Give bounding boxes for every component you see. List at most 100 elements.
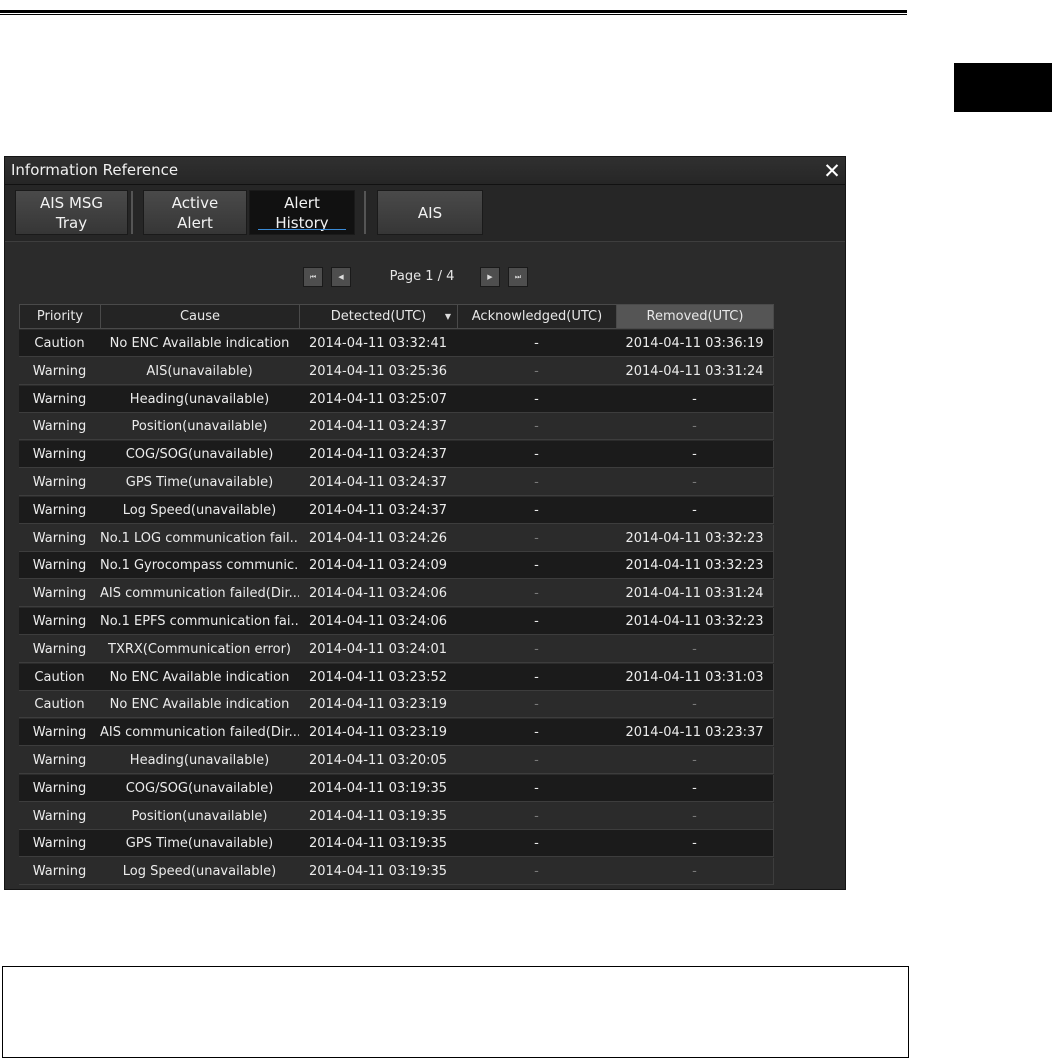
- table-row[interactable]: Warning TXRX(Communication error) 2014-04-…: [19, 635, 774, 663]
- cell-cause: AIS(unavailable): [100, 357, 300, 385]
- table-row[interactable]: Caution No ENC Available indication 2014-0…: [19, 330, 774, 357]
- column-header-acknowledged[interactable]: Acknowledged(UTC): [457, 304, 617, 329]
- cell-acknowledged: -: [457, 719, 617, 747]
- top-rule: [0, 10, 907, 13]
- ais-button[interactable]: AIS: [377, 190, 483, 235]
- cell-cause: No.1 Gyrocompass communic...: [100, 552, 300, 580]
- cell-acknowledged: -: [457, 552, 617, 580]
- cell-removed: -: [616, 496, 774, 524]
- cell-acknowledged: -: [457, 469, 617, 496]
- cell-priority: Warning: [19, 774, 101, 802]
- cell-cause: Position(unavailable): [100, 413, 300, 441]
- table-row[interactable]: Warning GPS Time(unavailable) 2014-04-11 0…: [19, 469, 774, 496]
- cell-acknowledged: -: [457, 747, 617, 774]
- table-row[interactable]: Warning No.1 EPFS communication fai... 201…: [19, 608, 774, 635]
- chapter-tab: [954, 63, 1052, 112]
- cell-removed: -: [616, 469, 774, 496]
- alert-history-button[interactable]: Alert History: [249, 190, 355, 235]
- cell-detected: 2014-04-11 03:24:01: [299, 635, 458, 663]
- table-row[interactable]: Caution No ENC Available indication 2014-0…: [19, 691, 774, 719]
- close-icon[interactable]: ✕: [821, 160, 843, 182]
- alert-history-label-1: Alert: [284, 193, 320, 212]
- table-row[interactable]: Warning COG/SOG(unavailable) 2014-04-11 03…: [19, 774, 774, 802]
- last-page-button[interactable]: ⏭: [508, 267, 528, 287]
- cell-acknowledged: -: [457, 830, 617, 858]
- toolbar: AIS MSG Tray Active Alert Alert History …: [5, 185, 845, 242]
- cell-detected: 2014-04-11 03:19:35: [299, 858, 458, 886]
- cell-detected: 2014-04-11 03:23:52: [299, 663, 458, 691]
- title-bar: Information Reference ✕: [5, 157, 845, 185]
- cell-detected: 2014-04-11 03:19:35: [299, 830, 458, 858]
- cell-acknowledged: -: [457, 524, 617, 552]
- column-header-detected[interactable]: Detected(UTC) ▼: [299, 304, 458, 329]
- cell-removed: -: [616, 385, 774, 413]
- cell-removed: -: [616, 635, 774, 663]
- cell-cause: No.1 EPFS communication fai...: [100, 608, 300, 635]
- cell-detected: 2014-04-11 03:24:06: [299, 608, 458, 635]
- cell-acknowledged: -: [457, 691, 617, 719]
- cell-cause: No ENC Available indication: [100, 663, 300, 691]
- cell-acknowledged: -: [457, 385, 617, 413]
- first-page-button[interactable]: ⏮: [303, 267, 323, 287]
- toolbar-separator: [131, 191, 133, 234]
- table-row[interactable]: Warning Log Speed(unavailable) 2014-04-11 …: [19, 496, 774, 524]
- cell-detected: 2014-04-11 03:24:06: [299, 580, 458, 608]
- table-row[interactable]: Warning AIS communication failed(Dir... 20…: [19, 580, 774, 608]
- next-page-button[interactable]: ▶: [480, 267, 500, 287]
- cell-priority: Warning: [19, 524, 101, 552]
- cell-priority: Warning: [19, 385, 101, 413]
- ais-label: AIS: [417, 203, 443, 222]
- cell-cause: Heading(unavailable): [100, 385, 300, 413]
- cell-removed: 2014-04-11 03:32:23: [616, 608, 774, 635]
- table-row[interactable]: Caution No ENC Available indication 2014-0…: [19, 663, 774, 691]
- prev-page-button[interactable]: ◀: [331, 267, 351, 287]
- table-row[interactable]: Warning Heading(unavailable) 2014-04-11 03…: [19, 385, 774, 413]
- cell-acknowledged: -: [457, 858, 617, 886]
- cell-detected: 2014-04-11 03:20:05: [299, 747, 458, 774]
- cell-priority: Caution: [19, 330, 101, 357]
- cell-priority: Warning: [19, 719, 101, 747]
- cell-cause: GPS Time(unavailable): [100, 469, 300, 496]
- table-row[interactable]: Warning COG/SOG(unavailable) 2014-04-11 03…: [19, 441, 774, 469]
- table-row[interactable]: Warning Log Speed(unavailable) 2014-04-11 …: [19, 858, 774, 886]
- cell-priority: Warning: [19, 635, 101, 663]
- cell-priority: Warning: [19, 413, 101, 441]
- table-row[interactable]: Warning Heading(unavailable) 2014-04-11 03…: [19, 747, 774, 774]
- table-row[interactable]: Warning GPS Time(unavailable) 2014-04-11 0…: [19, 830, 774, 858]
- column-header-priority[interactable]: Priority: [19, 304, 101, 329]
- cell-acknowledged: -: [457, 608, 617, 635]
- cell-cause: Log Speed(unavailable): [100, 496, 300, 524]
- cell-detected: 2014-04-11 03:19:35: [299, 774, 458, 802]
- active-alert-label-1: Active: [171, 193, 219, 212]
- cell-acknowledged: -: [457, 774, 617, 802]
- column-header-removed[interactable]: Removed(UTC): [616, 304, 774, 329]
- cell-detected: 2014-04-11 03:25:07: [299, 385, 458, 413]
- active-alert-button[interactable]: Active Alert: [143, 190, 247, 235]
- cell-priority: Warning: [19, 608, 101, 635]
- table-row[interactable]: Warning No.1 Gyrocompass communic... 2014-…: [19, 552, 774, 580]
- table-row[interactable]: Warning No.1 LOG communication fail... 201…: [19, 524, 774, 552]
- table-row[interactable]: Warning Position(unavailable) 2014-04-11 0…: [19, 802, 774, 830]
- cell-priority: Caution: [19, 663, 101, 691]
- cell-removed: 2014-04-11 03:23:37: [616, 719, 774, 747]
- ais-msg-tray-button[interactable]: AIS MSG Tray: [15, 190, 128, 235]
- cell-removed: 2014-04-11 03:32:23: [616, 552, 774, 580]
- cell-priority: Warning: [19, 580, 101, 608]
- column-header-cause[interactable]: Cause: [100, 304, 300, 329]
- cell-cause: No ENC Available indication: [100, 691, 300, 719]
- ais-msg-tray-label-1: AIS MSG: [39, 193, 104, 212]
- cell-detected: 2014-04-11 03:23:19: [299, 719, 458, 747]
- cell-detected: 2014-04-11 03:23:19: [299, 691, 458, 719]
- table-row[interactable]: Warning AIS(unavailable) 2014-04-11 03:25:…: [19, 357, 774, 385]
- note-box: [2, 966, 909, 1058]
- table-row[interactable]: Warning AIS communication failed(Dir... 20…: [19, 719, 774, 747]
- cell-cause: AIS communication failed(Dir...: [100, 580, 300, 608]
- window-title: Information Reference: [11, 161, 179, 179]
- cell-cause: Heading(unavailable): [100, 747, 300, 774]
- cell-cause: No ENC Available indication: [100, 330, 300, 357]
- table-row[interactable]: Warning Position(unavailable) 2014-04-11 0…: [19, 413, 774, 441]
- cell-acknowledged: -: [457, 330, 617, 357]
- cell-removed: 2014-04-11 03:31:24: [616, 357, 774, 385]
- cell-acknowledged: -: [457, 413, 617, 441]
- cell-acknowledged: -: [457, 635, 617, 663]
